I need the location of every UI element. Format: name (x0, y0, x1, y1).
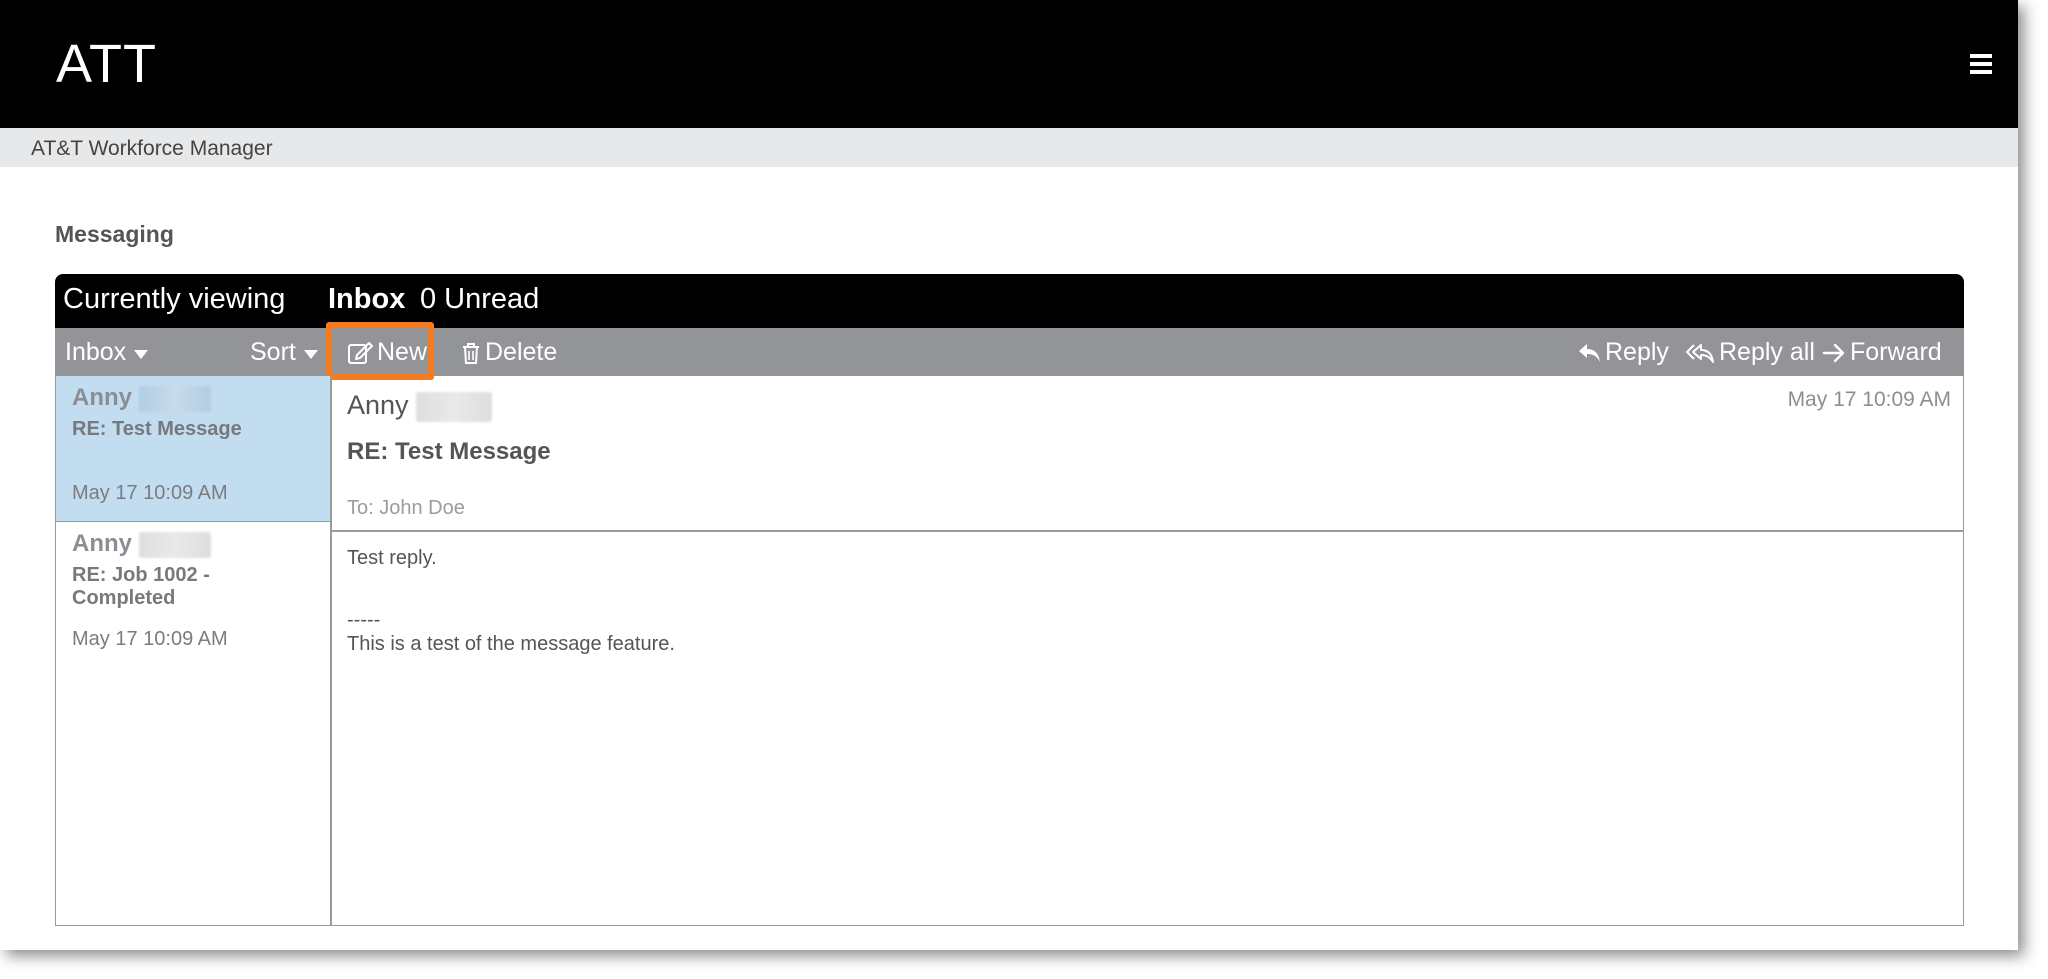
message-toolbar: Inbox Sort New Delete Reply Reply all Fo… (55, 322, 1964, 380)
page-title: Messaging (55, 221, 174, 247)
message-sender: Anny (72, 530, 211, 558)
unread-count: 0 Unread (420, 283, 540, 315)
redacted-surname (416, 391, 493, 422)
message-date: May 17 10:09 AM (72, 482, 228, 504)
body-quoted-text: This is a test of the message feature. (347, 633, 675, 655)
sub-header: AT&T Workforce Manager (0, 128, 2018, 167)
reply-all-button[interactable]: Reply all (1685, 338, 1815, 367)
sort-dropdown[interactable]: Sort (250, 338, 318, 367)
forward-button-label: Forward (1850, 338, 1942, 366)
edit-icon (348, 341, 373, 364)
new-button-label: New (377, 338, 428, 366)
reader-subject: RE: Test Message (347, 438, 551, 465)
message-reader: Anny May 17 10:09 AM RE: Test Message To… (330, 376, 1964, 926)
arrow-right-icon (1822, 343, 1845, 362)
hamburger-menu-icon[interactable] (1970, 54, 1992, 74)
chevron-down-icon (134, 350, 149, 359)
message-sender: Anny (72, 384, 211, 412)
trash-icon (463, 342, 479, 364)
delete-button[interactable]: Delete (461, 338, 557, 367)
folder-dropdown[interactable]: Inbox (65, 338, 149, 367)
sort-dropdown-label: Sort (250, 338, 296, 366)
reply-all-icon (1685, 343, 1714, 363)
reply-all-button-label: Reply all (1719, 338, 1815, 366)
message-subject: RE: Job 1002 - Completed (72, 564, 210, 609)
forward-button[interactable]: Forward (1822, 338, 1942, 367)
body-reply-text: Test reply. (347, 547, 437, 569)
app-logo[interactable]: ATT (56, 34, 157, 94)
folder-dropdown-label: Inbox (65, 338, 127, 366)
reply-icon (1579, 343, 1600, 362)
app-subtitle: AT&T Workforce Manager (31, 137, 273, 160)
body-separator: ----- (347, 609, 381, 631)
viewing-bar: Currently viewing Inbox 0 Unread (55, 274, 1964, 328)
new-message-button[interactable]: New (347, 338, 427, 367)
app-window: ATT AT&T Workforce Manager Messaging Cur… (0, 0, 2018, 950)
top-bar: ATT (0, 0, 2018, 128)
message-subject: RE: Test Message (72, 418, 242, 440)
redacted-surname (138, 531, 211, 558)
message-list-item[interactable]: Anny RE: Test Message May 17 10:09 AM (56, 376, 330, 522)
reply-button-label: Reply (1605, 338, 1669, 366)
messaging-panel: Currently viewing Inbox 0 Unread Inbox S… (55, 274, 1964, 926)
message-list-item[interactable]: Anny RE: Job 1002 - Completed May 17 10:… (56, 522, 330, 668)
chevron-down-icon (303, 350, 318, 359)
message-list: Anny RE: Test Message May 17 10:09 AM An… (55, 376, 330, 926)
redacted-surname (138, 385, 211, 412)
reader-recipient: To: John Doe (347, 497, 465, 519)
delete-button-label: Delete (485, 338, 558, 366)
viewing-label: Currently viewing (63, 283, 286, 315)
current-folder-name: Inbox (328, 283, 406, 315)
reply-button[interactable]: Reply (1577, 338, 1669, 367)
reader-date: May 17 10:09 AM (1787, 388, 1951, 411)
message-header: Anny May 17 10:09 AM RE: Test Message To… (332, 376, 1963, 532)
reader-sender: Anny (347, 390, 493, 422)
message-body: Test reply. ----- This is a test of the … (347, 546, 675, 656)
message-date: May 17 10:09 AM (72, 628, 228, 650)
